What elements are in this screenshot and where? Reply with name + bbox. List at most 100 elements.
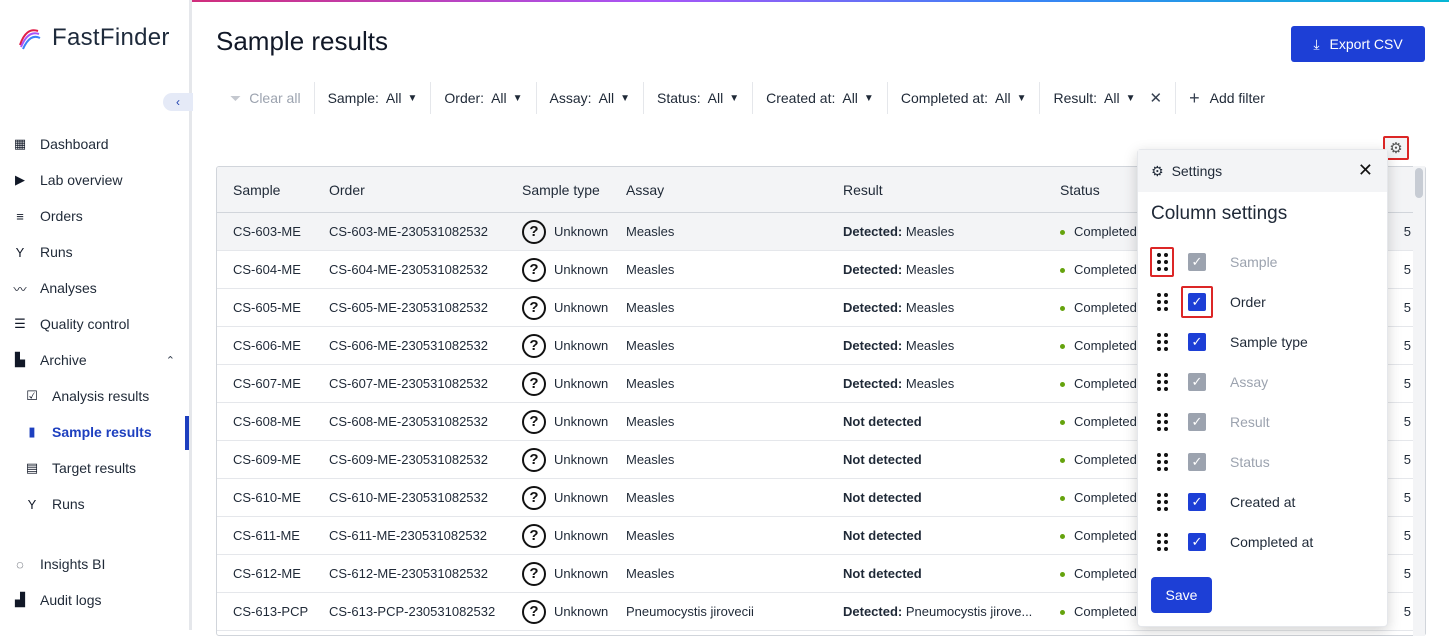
sample-type-text: Unknown xyxy=(554,414,609,429)
result-status: Detected: xyxy=(843,300,903,315)
column-checkbox-wrapper[interactable]: ✓ xyxy=(1181,326,1213,358)
sidebar-item-analysis-results[interactable]: ☑ Analysis results xyxy=(0,378,189,414)
sidebar-item-archive[interactable]: ▙ Archive ⌃ xyxy=(0,342,189,378)
header-sample-type[interactable]: Sample type xyxy=(506,182,610,198)
filter-order[interactable]: Order: All ▼ xyxy=(431,82,537,114)
filter-assay[interactable]: Assay: All ▼ xyxy=(537,82,645,114)
sample-type-text: Unknown xyxy=(554,376,609,391)
header-order[interactable]: Order xyxy=(313,182,506,198)
export-csv-button[interactable]: ⤓ Export CSV xyxy=(1291,26,1425,62)
question-icon: ? xyxy=(522,523,546,548)
sidebar-item-target-results[interactable]: ▤ Target results xyxy=(0,450,189,486)
sidebar-item-runs[interactable]: Y Runs xyxy=(0,234,189,270)
cell-sample-type: ? Unknown xyxy=(506,447,610,472)
close-icon[interactable]: ✕ xyxy=(1358,160,1373,181)
cell-sample-type: ? Unknown xyxy=(506,257,610,282)
status-text: Completed xyxy=(1074,224,1137,239)
drag-handle-icon[interactable] xyxy=(1150,527,1174,557)
header-assay[interactable]: Assay xyxy=(610,182,827,198)
header-result[interactable]: Result xyxy=(827,182,1044,198)
column-checkbox[interactable]: ✓ xyxy=(1188,533,1206,551)
collapse-sidebar-button[interactable]: ‹ xyxy=(163,93,193,111)
filter-value: All xyxy=(385,90,402,106)
sidebar-item-analyses[interactable]: 〰 Analyses xyxy=(0,270,189,306)
filter-value: All xyxy=(1104,90,1120,106)
sidebar-item-audit-logs[interactable]: ▟ Audit logs xyxy=(0,582,189,618)
sidebar-item-label: Archive xyxy=(40,352,87,368)
save-button[interactable]: Save xyxy=(1151,577,1212,613)
sample-type-text: Unknown xyxy=(554,338,609,353)
sidebar-item-dashboard[interactable]: ▦ Dashboard xyxy=(0,126,189,162)
cell-order: CS-613-PCP-230531082532 xyxy=(329,604,496,619)
cell-result: Not detected xyxy=(827,414,1044,429)
drag-handle-icon[interactable] xyxy=(1150,247,1174,277)
filter-created-at[interactable]: Created at: All ▼ xyxy=(753,82,888,114)
cell-order: CS-605-ME-230531082532 xyxy=(329,300,488,315)
header-sample[interactable]: Sample xyxy=(217,182,313,198)
status-dot-icon xyxy=(1060,420,1065,426)
column-checkbox-wrapper[interactable]: ✓ xyxy=(1181,526,1213,558)
filter-result[interactable]: Result: All ▼ ✕ xyxy=(1040,82,1177,114)
sidebar-item-label: Insights BI xyxy=(40,556,106,572)
caret-down-icon: ▼ xyxy=(729,92,740,104)
result-status: Not detected xyxy=(843,528,922,543)
cell-assay: Measles xyxy=(626,528,675,543)
result-status: Not detected xyxy=(843,490,922,505)
question-icon: ? xyxy=(522,599,546,624)
cell-order: CS-603-ME-230531082532 xyxy=(329,224,488,239)
filter-completed-at[interactable]: Completed at: All ▼ xyxy=(888,82,1041,114)
sidebar-item-runs-archive[interactable]: Y Runs xyxy=(0,486,189,522)
table-scrollbar[interactable] xyxy=(1413,166,1425,636)
cell-sample-type: ? Unknown xyxy=(506,409,610,434)
cell-sample-type: ? Unknown xyxy=(506,523,610,548)
filter-value: All xyxy=(491,90,507,106)
app-logo[interactable]: FastFinder xyxy=(16,24,170,52)
sidebar-item-orders[interactable]: ≡ Orders xyxy=(0,198,189,234)
status-dot-icon xyxy=(1060,458,1065,464)
drag-handle-icon[interactable] xyxy=(1150,407,1174,437)
add-filter-button[interactable]: + Add filter xyxy=(1176,82,1278,114)
sidebar-item-quality-control[interactable]: ☰ Quality control xyxy=(0,306,189,342)
export-csv-label: Export CSV xyxy=(1329,36,1403,52)
status-text: Completed xyxy=(1074,376,1137,391)
drag-handle-icon[interactable] xyxy=(1150,487,1174,517)
filter-sample[interactable]: Sample: All ▼ xyxy=(315,82,432,114)
cell-order: CS-608-ME-230531082532 xyxy=(329,414,488,429)
drag-handle-icon[interactable] xyxy=(1150,287,1174,317)
cell-result: Detected: Measles xyxy=(827,262,1044,277)
filter-status[interactable]: Status: All ▼ xyxy=(644,82,754,114)
status-text: Completed xyxy=(1074,528,1137,543)
sidebar-item-label: Runs xyxy=(52,496,85,512)
column-setting-row: ✓ Result xyxy=(1150,407,1270,437)
column-setting-label: Order xyxy=(1230,294,1266,310)
drag-handle-icon[interactable] xyxy=(1150,367,1174,397)
filter-label: Completed at: xyxy=(900,90,988,106)
scroll-thumb[interactable] xyxy=(1415,168,1423,198)
column-checkbox-wrapper[interactable]: ✓ xyxy=(1181,286,1213,318)
column-checkbox[interactable]: ✓ xyxy=(1188,333,1206,351)
sidebar-item-label: Dashboard xyxy=(40,136,109,152)
cell-assay: Measles xyxy=(626,262,675,277)
sidebar-item-label: Analyses xyxy=(40,280,97,296)
column-checkbox-wrapper: ✓ xyxy=(1181,246,1213,278)
column-checkbox[interactable]: ✓ xyxy=(1188,493,1206,511)
dashboard-icon: ▦ xyxy=(13,136,27,151)
cell-order: CS-610-ME-230531082532 xyxy=(329,490,488,505)
remove-filter-icon[interactable]: ✕ xyxy=(1150,89,1163,107)
column-checkbox[interactable]: ✓ xyxy=(1188,293,1206,311)
cell-result: Not detected xyxy=(827,490,1044,505)
result-detail: Measles xyxy=(902,262,955,277)
drag-handle-icon[interactable] xyxy=(1150,327,1174,357)
sidebar-item-insights-bi[interactable]: ◌ Insights BI xyxy=(0,546,189,582)
gear-icon: ⚙ xyxy=(1389,140,1403,157)
column-setting-row: ✓ Completed at xyxy=(1150,527,1313,557)
sidebar-item-sample-results[interactable]: ▮ Sample results xyxy=(0,414,189,450)
clipboard-list-icon: ▤ xyxy=(25,460,39,475)
column-checkbox-wrapper[interactable]: ✓ xyxy=(1181,486,1213,518)
column-setting-row: ✓ Status xyxy=(1150,447,1270,477)
question-icon: ? xyxy=(522,561,546,586)
cell-result: Not detected xyxy=(827,566,1044,581)
clear-all-filters-button[interactable]: ⏷ Clear all xyxy=(216,82,315,114)
sidebar-item-lab-overview[interactable]: ▶ Lab overview xyxy=(0,162,189,198)
drag-handle-icon[interactable] xyxy=(1150,447,1174,477)
